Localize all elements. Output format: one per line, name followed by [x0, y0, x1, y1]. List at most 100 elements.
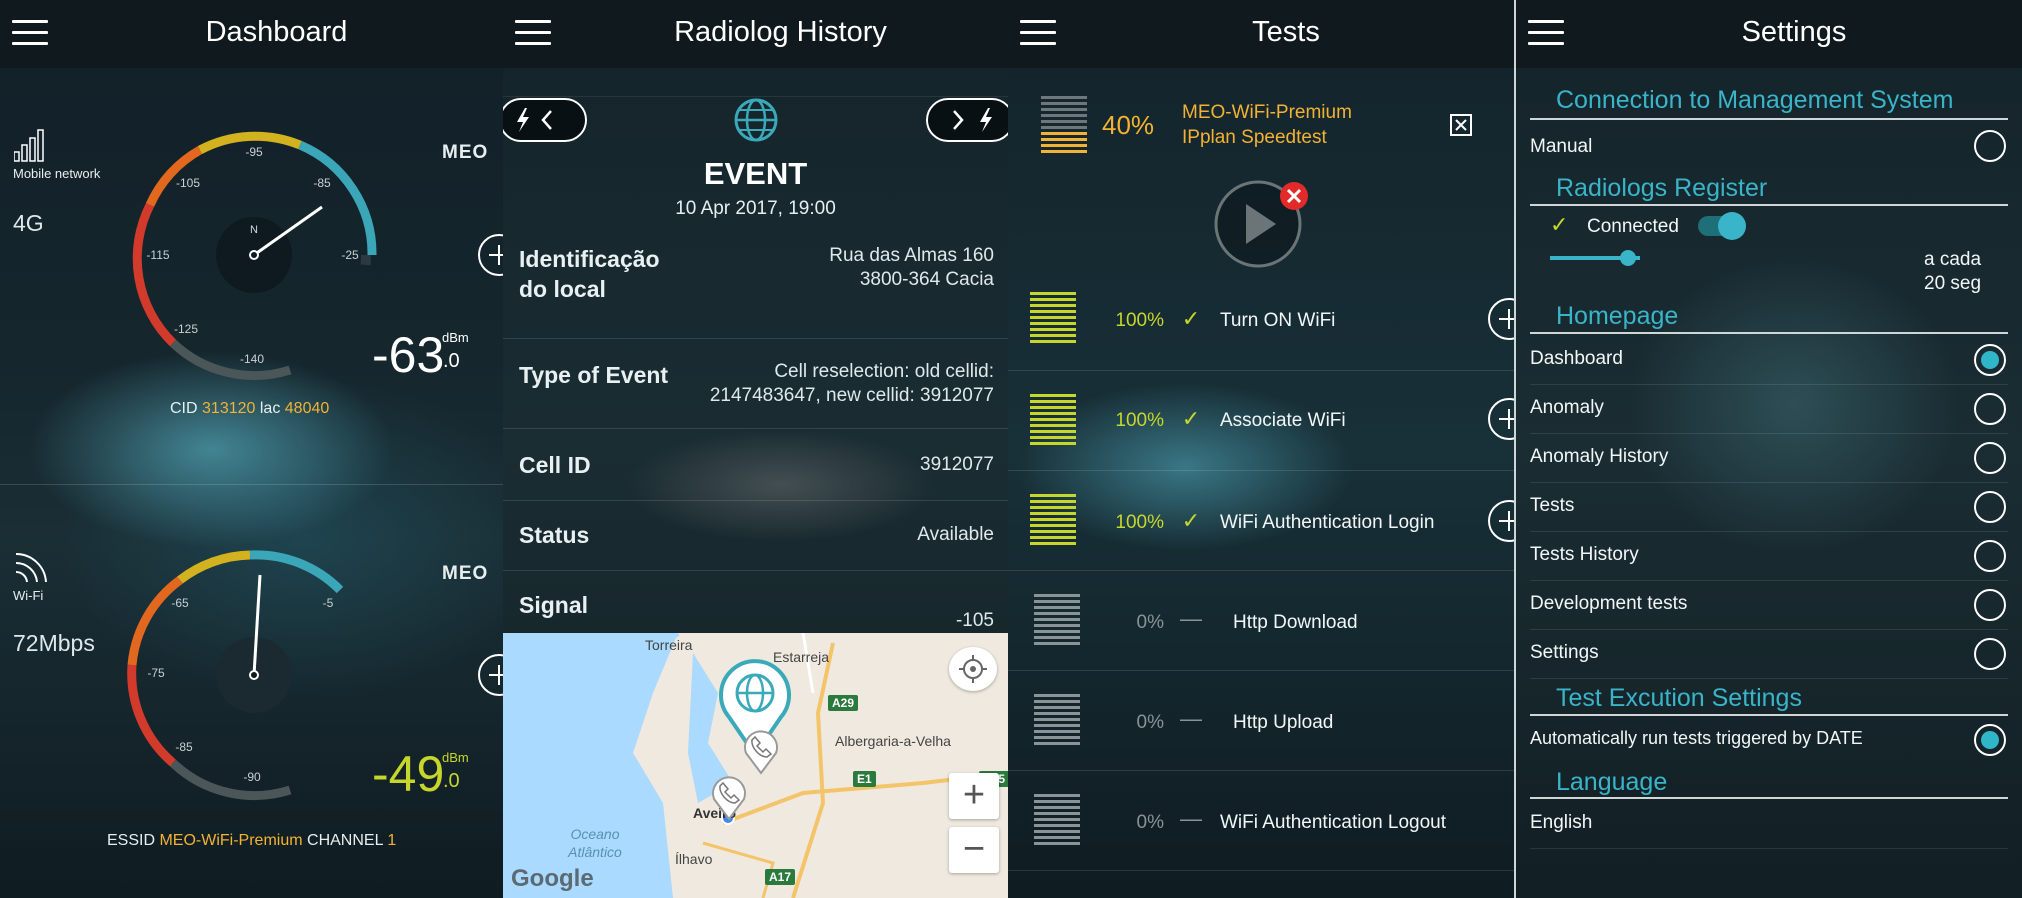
svg-text:-90: -90	[243, 770, 261, 784]
cancel-suite-icon[interactable]	[1448, 112, 1474, 138]
homepage-option-anomaly-history[interactable]: Anomaly History	[1530, 434, 2008, 483]
dash-icon: —	[1180, 806, 1202, 831]
crosshair-icon	[959, 655, 987, 683]
menu-icon[interactable]	[1528, 18, 1564, 48]
dashboard-screen: Dashboard Mobile network 4G MEO N -95 -1…	[0, 0, 503, 898]
add-button[interactable]	[1488, 398, 1514, 440]
my-location-button[interactable]	[949, 647, 997, 691]
svg-text:-140: -140	[240, 352, 264, 366]
wifi-signal-unit: dBm	[442, 750, 469, 765]
add-button[interactable]	[1488, 298, 1514, 340]
cell-info: CID 313120 lac 48040	[170, 400, 330, 417]
slider-thumb[interactable]	[1620, 250, 1636, 266]
radio-anomaly[interactable]	[1974, 393, 2006, 425]
info-row-location: Identificação do local Rua das Almas 160…	[503, 230, 1008, 339]
progress-bars	[1034, 694, 1080, 748]
info-row-event-type: Type of Event Cell reselection: old cell…	[503, 338, 1008, 429]
radio-tests-history[interactable]	[1974, 540, 2006, 572]
section-line	[1530, 118, 2008, 120]
homepage-option-development-tests[interactable]: Development tests	[1530, 581, 2008, 630]
next-event-button[interactable]	[926, 98, 1008, 142]
event-date: 10 Apr 2017, 19:00	[675, 198, 836, 219]
wifi-speed: 72Mbps	[13, 630, 95, 656]
zoom-in-button[interactable]: +	[949, 773, 999, 819]
test-row[interactable]: 100% ✓ WiFi Authentication Login	[1008, 470, 1514, 571]
interval-value: a cada 20 seg	[1924, 249, 1982, 294]
progress-bars	[1034, 794, 1080, 848]
top-bar: Radiolog History	[503, 0, 1008, 68]
page-title: Dashboard	[205, 16, 348, 48]
radio-tests[interactable]	[1974, 491, 2006, 523]
progress-bars	[1041, 96, 1087, 156]
bolt-left-icon	[517, 108, 552, 132]
play-button[interactable]	[1214, 176, 1314, 272]
section-line	[1530, 332, 2008, 334]
menu-icon[interactable]	[515, 18, 551, 48]
section-header-radiologs: Radiologs Register	[1556, 174, 1768, 202]
wifi-label: Wi-Fi	[13, 588, 44, 603]
check-icon: ✓	[1181, 406, 1201, 431]
tests-screen: Tests 40% MEO-WiFi-Premium IPplan Speedt…	[1008, 0, 1514, 898]
svg-text:-115: -115	[146, 248, 169, 262]
bolt-right-icon	[953, 108, 992, 132]
svg-text:-125: -125	[174, 322, 198, 336]
settings-screen: Settings Connection to Management System…	[1514, 0, 2022, 898]
radio-manual[interactable]	[1974, 130, 2006, 162]
previous-event-button[interactable]	[503, 98, 587, 142]
info-row-status: Status Available	[503, 500, 1008, 571]
zoom-out-button[interactable]: −	[949, 827, 999, 873]
connected-toggle[interactable]	[1698, 212, 1746, 240]
radio-settings[interactable]	[1974, 638, 2006, 670]
mobile-tech: 4G	[13, 210, 44, 236]
check-icon: ✓	[1550, 212, 1569, 237]
divider	[0, 484, 503, 485]
radio-auto-run[interactable]	[1974, 724, 2006, 756]
phone-marker-icon	[744, 730, 778, 775]
option-language[interactable]: English	[1530, 800, 2008, 849]
menu-icon[interactable]	[1020, 18, 1056, 48]
add-button[interactable]	[1488, 500, 1514, 542]
svg-text:-65: -65	[171, 596, 189, 610]
info-row-signal: Signal -105	[519, 592, 994, 631]
section-line	[1530, 204, 2008, 206]
radio-anomaly-history[interactable]	[1974, 442, 2006, 474]
check-icon: ✓	[1181, 306, 1201, 331]
test-row[interactable]: 100% ✓ Turn ON WiFi	[1008, 270, 1514, 371]
event-map[interactable]: Torreira Estarreja Albergaria-a-Velha Oc…	[503, 633, 1008, 898]
svg-text:-85: -85	[175, 740, 193, 754]
section-header-management: Connection to Management System	[1556, 86, 1954, 114]
svg-text:-95: -95	[245, 145, 263, 159]
option-manual[interactable]: Manual	[1530, 122, 2008, 170]
overall-progress: 40%	[1102, 110, 1155, 140]
page-title: Tests	[1252, 16, 1320, 48]
page-title: Settings	[1741, 16, 1847, 48]
test-row[interactable]: 0% — WiFi Authentication Logout	[1008, 770, 1514, 871]
mobile-signal-value: -63	[372, 327, 445, 383]
page-title: Radiolog History	[674, 16, 887, 48]
interval-slider[interactable]	[1550, 250, 1640, 266]
homepage-option-tests[interactable]: Tests	[1530, 483, 2008, 532]
test-row[interactable]: 100% ✓ Associate WiFi	[1008, 370, 1514, 471]
homepage-option-anomaly[interactable]: Anomaly	[1530, 385, 2008, 434]
wifi-signal-gauge: -65 -5 -75 -85 -90	[127, 550, 344, 801]
test-row[interactable]: 0% — Http Download	[1008, 570, 1514, 671]
top-bar: Dashboard	[0, 0, 503, 68]
homepage-option-settings[interactable]: Settings	[1530, 630, 2008, 679]
dash-icon: —	[1180, 706, 1202, 731]
dash-icon: —	[1180, 606, 1202, 631]
radio-dashboard[interactable]	[1974, 344, 2006, 376]
section-header-language: Language	[1556, 768, 1668, 796]
progress-bars	[1034, 594, 1080, 648]
wifi-signal-value: -49	[372, 746, 445, 802]
radio-development-tests[interactable]	[1974, 589, 2006, 621]
homepage-option-tests-history[interactable]: Tests History	[1530, 532, 2008, 581]
menu-icon[interactable]	[12, 18, 48, 48]
section-header-test-execution: Test Excution Settings	[1556, 684, 1802, 712]
radiolog-history-screen: Radiolog History EVENT 10 Apr 2017, 19:0…	[503, 0, 1008, 898]
test-row[interactable]: 0% — Http Upload	[1008, 670, 1514, 771]
wifi-signal-decimal: .0	[443, 770, 460, 792]
option-auto-run[interactable]: Automatically run tests triggered by DAT…	[1530, 716, 2008, 764]
test-suite-name: MEO-WiFi-Premium IPplan Speedtest	[1182, 102, 1352, 148]
svg-text:-85: -85	[313, 176, 331, 190]
homepage-option-dashboard[interactable]: Dashboard	[1530, 336, 2008, 385]
